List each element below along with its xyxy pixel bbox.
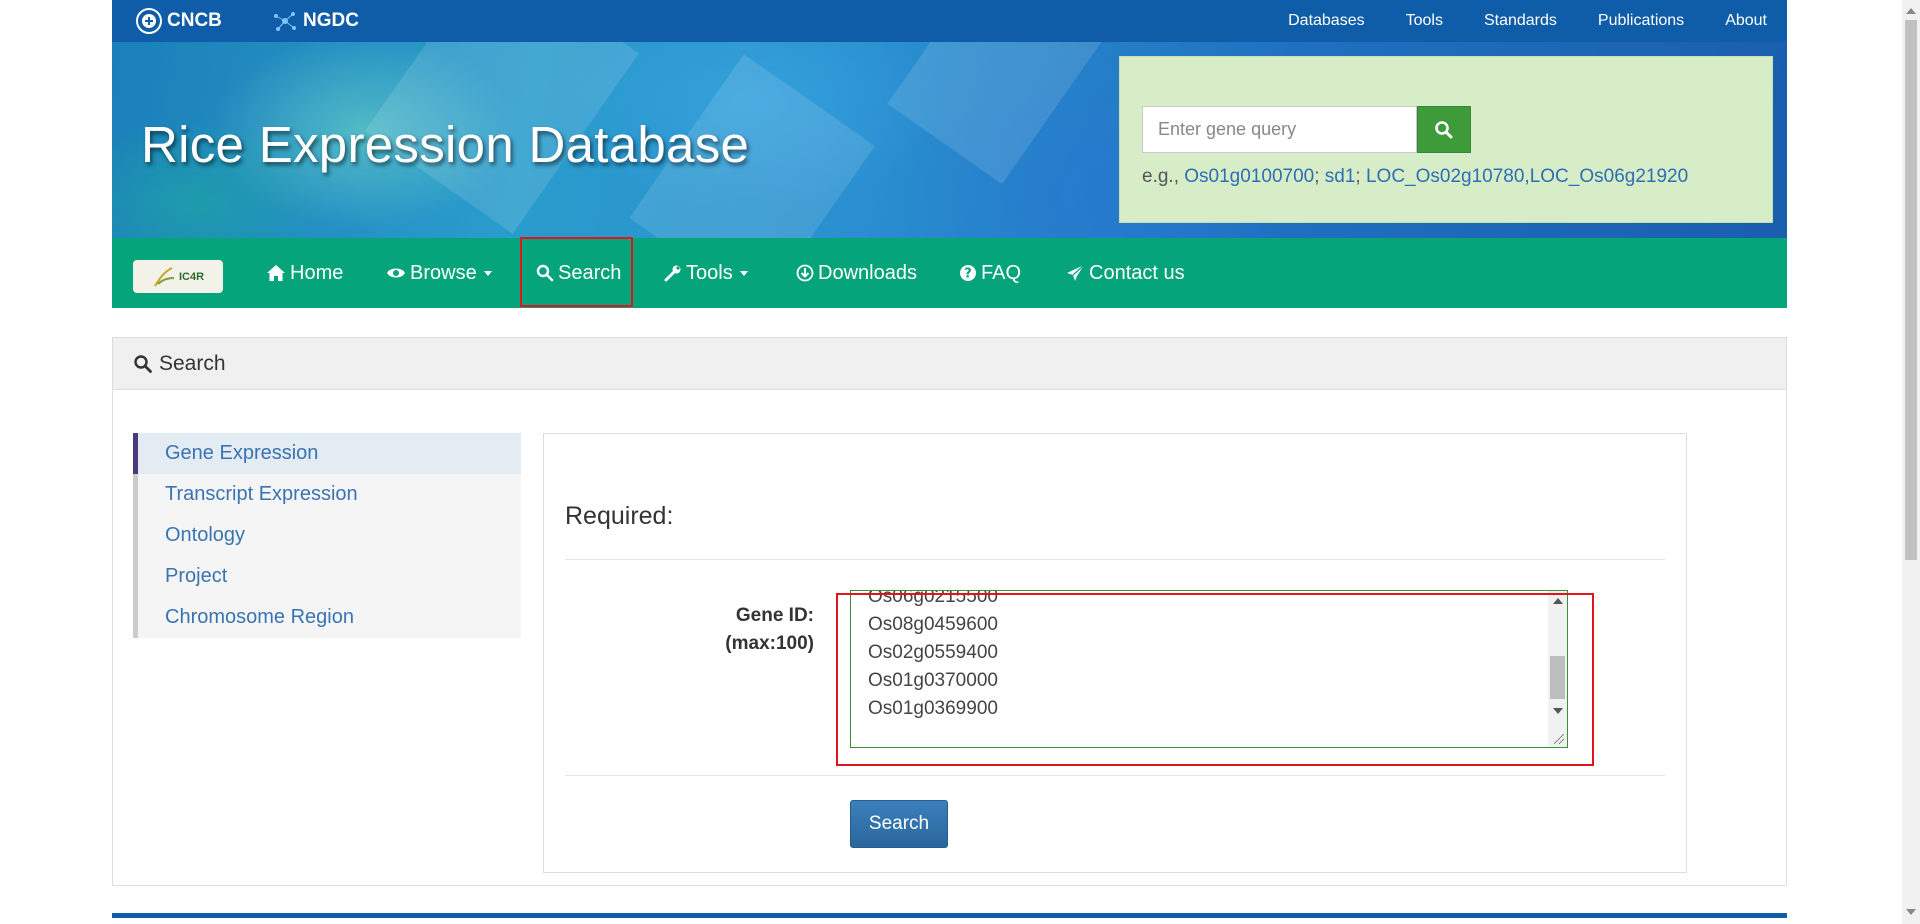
search-icon	[134, 354, 152, 373]
paper-plane-icon	[1067, 264, 1085, 281]
home-icon	[267, 265, 285, 281]
nav-browse[interactable]: Browse	[386, 238, 492, 308]
quick-search-button[interactable]	[1417, 106, 1471, 153]
banner: Rice Expression Database e.g., Os01g0100…	[112, 42, 1787, 238]
footer-line	[112, 913, 1787, 918]
gene-id-label-text: Gene ID:	[735, 605, 814, 626]
divider	[565, 775, 1665, 776]
nav-tools[interactable]: Tools	[664, 238, 748, 308]
nav-contact-label: Contact us	[1089, 261, 1185, 284]
panel-heading: Search	[113, 338, 1786, 390]
cncb-globe-icon	[136, 8, 162, 34]
top-link-tools[interactable]: Tools	[1406, 12, 1443, 30]
nav-home[interactable]: Home	[266, 238, 343, 308]
side-item-gene-expression[interactable]: Gene Expression	[133, 433, 521, 474]
textarea-highlight	[836, 593, 1594, 766]
example-link[interactable]: Os01g0100700	[1184, 166, 1314, 187]
cncb-text: CNCB	[167, 10, 222, 31]
top-links: Databases Tools Standards Publications A…	[1247, 0, 1767, 42]
search-examples: e.g., Os01g0100700; sd1; LOC_Os02g10780,…	[1142, 166, 1689, 187]
download-icon	[796, 264, 814, 282]
top-link-publications[interactable]: Publications	[1598, 12, 1684, 30]
ic4r-text: IC4R	[178, 270, 205, 283]
nav-tools-label: Tools	[686, 261, 733, 284]
search-nav-highlight	[520, 237, 633, 307]
site-title: Rice Expression Database	[141, 116, 750, 173]
nav-contact[interactable]: Contact us	[1066, 238, 1185, 308]
search-icon	[1435, 120, 1453, 138]
top-bar: CNCB NGDC Databases Tools Standards Publ…	[112, 0, 1787, 42]
chevron-down-icon	[739, 270, 748, 276]
gene-id-label: Gene ID: (max:100)	[694, 602, 814, 658]
nav-downloads[interactable]: Downloads	[796, 238, 917, 308]
gene-id-max-text: (max:100)	[725, 633, 814, 654]
panel-title: Search	[159, 351, 226, 375]
side-item-transcript-expression[interactable]: Transcript Expression	[133, 474, 521, 515]
ngdc-text: NGDC	[303, 10, 359, 31]
side-item-chromosome-region[interactable]: Chromosome Region	[133, 597, 521, 638]
ngdc-network-icon	[274, 12, 296, 31]
nav-browse-label: Browse	[410, 261, 477, 284]
eye-icon	[387, 268, 405, 278]
banner-facet	[887, 42, 1117, 185]
example-link[interactable]: LOC_Os02g10780,LOC_Os06g21920	[1366, 166, 1688, 187]
search-type-list: Gene Expression Transcript Expression On…	[133, 433, 521, 638]
nav-faq-label: FAQ	[981, 261, 1022, 284]
cncb-logo[interactable]: CNCB	[135, 7, 222, 35]
chevron-down-icon	[483, 270, 492, 276]
example-link[interactable]: sd1	[1325, 166, 1356, 187]
nav-faq[interactable]: ? FAQ	[959, 238, 1021, 308]
page-scroll-up-icon[interactable]	[1906, 8, 1916, 14]
page-scrollbar[interactable]	[1902, 0, 1920, 924]
page-scroll-thumb[interactable]	[1905, 20, 1917, 560]
top-link-about[interactable]: About	[1725, 12, 1767, 30]
nav-home-label: Home	[290, 261, 344, 284]
quick-search-box: e.g., Os01g0100700; sd1; LOC_Os02g10780,…	[1119, 56, 1773, 223]
rice-plant-icon	[154, 266, 174, 287]
search-button[interactable]: Search	[850, 800, 948, 848]
page-scroll-down-icon[interactable]	[1906, 909, 1916, 915]
side-item-ontology[interactable]: Ontology	[133, 515, 521, 556]
main-nav: IC4R Home Browse Search Tools Downloads …	[112, 238, 1787, 308]
wrench-icon	[664, 265, 681, 282]
ic4r-logo[interactable]: IC4R	[133, 260, 223, 293]
required-heading: Required:	[565, 502, 674, 530]
top-link-databases[interactable]: Databases	[1288, 12, 1365, 30]
side-item-project[interactable]: Project	[133, 556, 521, 597]
nav-downloads-label: Downloads	[818, 261, 917, 284]
svg-text:?: ?	[964, 267, 972, 282]
question-circle-icon: ?	[960, 265, 976, 282]
page: CNCB NGDC Databases Tools Standards Publ…	[0, 0, 1920, 924]
gene-query-input[interactable]	[1142, 106, 1417, 153]
top-link-standards[interactable]: Standards	[1484, 12, 1557, 30]
divider	[565, 559, 1665, 560]
ngdc-logo[interactable]: NGDC	[271, 7, 359, 35]
examples-prefix: e.g.,	[1142, 166, 1179, 187]
